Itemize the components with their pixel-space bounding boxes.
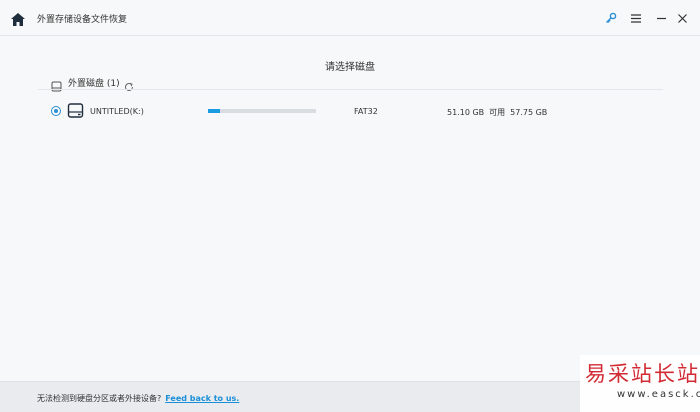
disk-usage-bar	[208, 109, 316, 113]
external-disk-group-header: 外置磁盘 (1)	[51, 75, 134, 92]
usb-drive-icon	[67, 103, 84, 118]
disk-name: UNTITLED(K:)	[90, 107, 144, 116]
disk-free-label: 可用	[489, 108, 506, 117]
feedback-link[interactable]: Feed back to us.	[165, 394, 239, 403]
minimize-button[interactable]	[652, 9, 670, 27]
home-icon[interactable]	[11, 11, 25, 26]
watermark-title: 易采站长站	[585, 362, 700, 386]
menu-icon	[631, 13, 641, 23]
external-disk-group-label: 外置磁盘 (1)	[68, 78, 120, 89]
disk-filesystem: FAT32	[354, 107, 378, 116]
group-divider	[38, 89, 663, 90]
disk-free-size: 51.10 GB	[447, 108, 485, 117]
disk-radio[interactable]	[51, 106, 61, 116]
menu-button[interactable]	[627, 9, 645, 27]
disk-row[interactable]: UNTITLED(K:) FAT32 51.10 GB 可用 57.75 GB	[38, 98, 663, 126]
page-title: 请选择磁盘	[325, 62, 375, 73]
watermark-url: www.easck.com	[617, 389, 700, 400]
key-icon	[605, 12, 617, 24]
title-bar: 外置存储设备文件恢复	[0, 0, 700, 36]
minimize-icon	[656, 14, 666, 23]
disk-usage-fill	[208, 109, 220, 113]
footer-message: 无法检测到硬盘分区或者外接设备? Feed back to us.	[37, 393, 239, 404]
footer-question: 无法检测到硬盘分区或者外接设备?	[37, 394, 162, 403]
refresh-icon[interactable]	[124, 77, 134, 92]
close-icon	[677, 13, 687, 23]
key-button[interactable]	[602, 9, 620, 27]
disk-radio-selected-dot	[54, 109, 58, 113]
disk-capacity: 51.10 GB 可用 57.75 GB	[447, 107, 552, 118]
disk-total-size: 57.75 GB	[510, 108, 548, 117]
site-watermark: 易采站长站 www.easck.com	[580, 355, 700, 412]
external-drive-icon	[51, 77, 62, 91]
app-title: 外置存储设备文件恢复	[37, 15, 128, 25]
close-button[interactable]	[673, 9, 691, 27]
